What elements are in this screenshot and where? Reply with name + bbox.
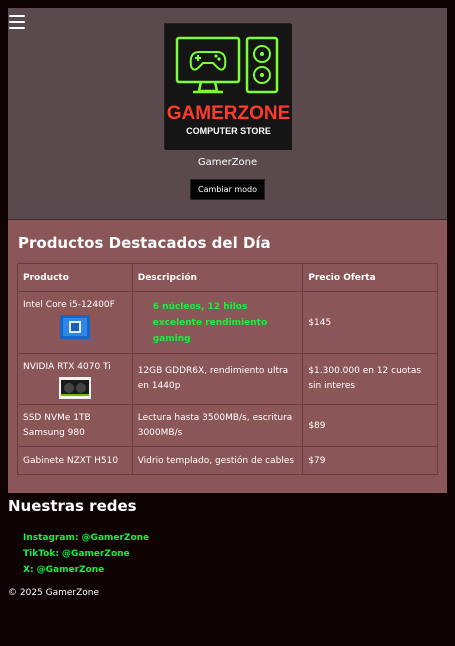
instagram-link[interactable]: Instagram: @GamerZone: [23, 530, 149, 546]
product-name: NVIDIA RTX 4070 Ti: [23, 362, 111, 372]
column-header-price: Precio Oferta: [302, 263, 438, 292]
product-cell: Gabinete NZXT H510: [17, 446, 133, 475]
tiktok-link[interactable]: TikTok: @GamerZone: [23, 546, 149, 562]
description-cell: 6 núcleos, 12 hilos excelente rendimient…: [131, 291, 304, 354]
description-cell: Lectura hasta 3500MB/s, escritura 3000MB…: [131, 404, 304, 447]
logo-title: GAMERZONE: [167, 103, 291, 124]
featured-products-section: Productos Destacados del Día Producto De…: [8, 219, 447, 493]
hamburger-menu-icon[interactable]: [9, 15, 25, 31]
price-cell: $1.300.000 en 12 cuotas sin interes: [302, 353, 438, 405]
table-header-row: Producto Descripción Precio Oferta: [17, 263, 438, 292]
x-link[interactable]: X: @GamerZone: [23, 562, 149, 578]
column-header-product: Producto: [17, 263, 133, 292]
price-cell: $145: [302, 291, 438, 354]
rtx-gpu-box-image: [58, 377, 91, 399]
products-table: Producto Descripción Precio Oferta Intel…: [17, 263, 438, 475]
networks-title: Nuestras redes: [8, 497, 137, 515]
description-line: 6 núcleos, 12 hilos: [152, 301, 248, 312]
social-networks-section: Nuestras redes Instagram: @GamerZone Tik…: [8, 497, 149, 575]
section-title: Productos Destacados del Día: [18, 234, 271, 252]
price-cell: $89: [302, 404, 438, 447]
product-cell: SSD NVMe 1TB Samsung 980: [17, 404, 133, 447]
product-cell: NVIDIA RTX 4070 Ti: [17, 353, 133, 405]
product-name: Intel Core i5-12400F: [23, 300, 115, 310]
social-links-list: Instagram: @GamerZone TikTok: @GamerZone…: [23, 530, 149, 578]
description-line: excelente rendimiento gaming: [152, 317, 268, 344]
footer-copyright: © 2025 GamerZone: [8, 588, 100, 598]
logo-subtitle: COMPUTER STORE: [186, 126, 271, 136]
table-row: Gabinete NZXT H510 Vidrio templado, gest…: [17, 446, 438, 475]
table-row: SSD NVMe 1TB Samsung 980 Lectura hasta 3…: [17, 404, 438, 447]
table-row: NVIDIA RTX 4070 Ti 12GB GDDR6X, rendimie…: [17, 353, 438, 405]
toggle-mode-button[interactable]: Cambiar modo: [190, 179, 265, 200]
intel-cpu-box-image: [59, 315, 90, 339]
site-header: GAMERZONE COMPUTER STORE GamerZone Cambi…: [8, 8, 447, 220]
description-cell: Vidrio templado, gestión de cables: [131, 446, 304, 475]
table-row: Intel Core i5-12400F 6 núcleos, 12 hilos…: [17, 291, 438, 354]
brand-name: GamerZone: [197, 157, 258, 168]
price-cell: $79: [302, 446, 438, 475]
column-header-description: Descripción: [131, 263, 304, 292]
gamerzone-logo: GAMERZONE COMPUTER STORE: [164, 23, 292, 150]
description-cell: 12GB GDDR6X, rendimiento ultra en 1440p: [131, 353, 304, 405]
product-cell: Intel Core i5-12400F: [17, 291, 133, 354]
